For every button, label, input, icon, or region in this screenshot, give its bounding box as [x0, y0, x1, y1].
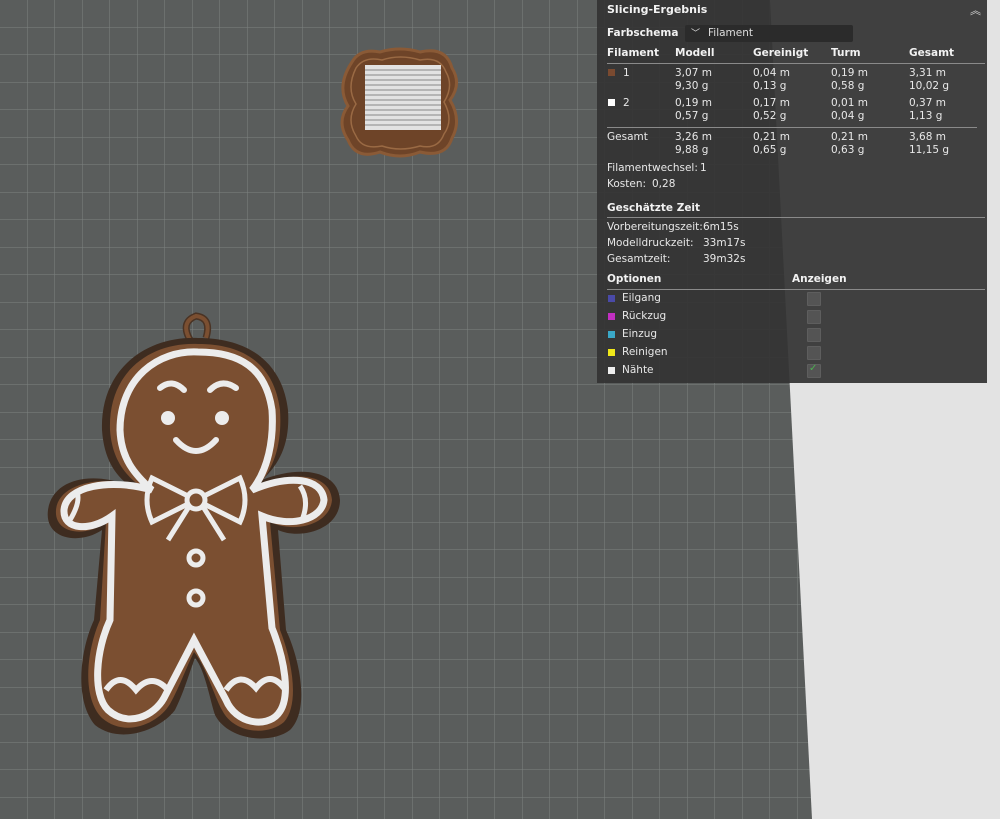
total-length: 3,31 m [909, 67, 946, 79]
total-length: 3,68 m [909, 131, 946, 143]
filament-id: 1 [623, 67, 630, 79]
purged-length: 0,17 m [753, 97, 790, 109]
tower-weight: 0,04 g [831, 110, 865, 122]
total-weight: 1,13 g [909, 110, 943, 122]
prime-tower[interactable] [340, 47, 458, 158]
option-swatch [608, 349, 615, 356]
header-model: Modell [675, 47, 715, 59]
cost-value: 0,28 [652, 178, 676, 190]
model-weight: 9,30 g [675, 80, 709, 92]
option-label: Eilgang [622, 292, 661, 304]
purged-weight: 0,65 g [753, 144, 787, 156]
option-label: Rückzug [622, 310, 667, 322]
estimated-time-heading: Geschätzte Zeit [607, 202, 701, 214]
option-swatch [608, 313, 615, 320]
model-length: 3,07 m [675, 67, 712, 79]
model-length: 3,26 m [675, 131, 712, 143]
show-travel-checkbox[interactable] [807, 292, 821, 306]
divider [607, 217, 985, 218]
filament-1-swatch [608, 69, 615, 76]
filament-changes-label: Filamentwechsel: [607, 162, 698, 174]
total-length: 0,37 m [909, 97, 946, 109]
color-scheme-value: Filament [708, 27, 754, 39]
purged-weight: 0,52 g [753, 110, 787, 122]
header-total: Gesamt [909, 47, 955, 59]
show-wipe-checkbox[interactable] [807, 346, 821, 360]
tower-weight: 0,63 g [831, 144, 865, 156]
tower-length: 0,21 m [831, 131, 868, 143]
options-heading: Optionen [607, 273, 662, 285]
chevron-down-icon: ﹀ [691, 29, 701, 39]
show-unretract-checkbox[interactable] [807, 328, 821, 342]
time-label: Vorbereitungszeit: [607, 221, 703, 233]
model-weight: 0,57 g [675, 110, 709, 122]
option-label: Einzug [622, 328, 658, 340]
color-scheme-label: Farbschema [607, 27, 679, 39]
divider [607, 127, 977, 128]
tower-length: 0,01 m [831, 97, 868, 109]
slicing-result-panel: Slicing-Ergebnis ︽ Farbschema ﹀ Filament… [597, 0, 987, 383]
option-label: Nähte [622, 364, 654, 376]
option-label: Reinigen [622, 346, 668, 358]
double-chevron-up-icon[interactable]: ︽ [970, 2, 981, 18]
cost-label: Kosten: [607, 178, 647, 190]
time-label: Gesamtzeit: [607, 253, 671, 265]
show-retract-checkbox[interactable] [807, 310, 821, 324]
time-value: 6m15s [703, 221, 739, 233]
time-value: 33m17s [703, 237, 746, 249]
panel-title: Slicing-Ergebnis [607, 3, 708, 16]
option-swatch [608, 295, 615, 302]
purged-length: 0,21 m [753, 131, 790, 143]
tower-weight: 0,58 g [831, 80, 865, 92]
total-label: Gesamt [607, 131, 648, 143]
time-label: Modelldruckzeit: [607, 237, 694, 249]
filament-id: 2 [623, 97, 630, 109]
show-heading: Anzeigen [792, 273, 847, 285]
header-filament: Filament [607, 47, 660, 59]
show-seams-checkbox[interactable] [807, 363, 821, 378]
option-swatch [608, 367, 615, 374]
model-length: 0,19 m [675, 97, 712, 109]
filament-changes-value: 1 [700, 162, 707, 174]
filament-2-swatch [608, 99, 615, 106]
total-weight: 11,15 g [909, 144, 950, 156]
divider [607, 63, 985, 64]
tower-length: 0,19 m [831, 67, 868, 79]
model-weight: 9,88 g [675, 144, 709, 156]
total-weight: 10,02 g [909, 80, 950, 92]
divider [607, 289, 985, 290]
header-purged: Gereinigt [753, 47, 809, 59]
purged-weight: 0,13 g [753, 80, 787, 92]
option-swatch [608, 331, 615, 338]
time-value: 39m32s [703, 253, 746, 265]
header-tower: Turm [831, 47, 861, 59]
color-scheme-select[interactable]: ﹀ Filament [685, 25, 853, 42]
purged-length: 0,04 m [753, 67, 790, 79]
